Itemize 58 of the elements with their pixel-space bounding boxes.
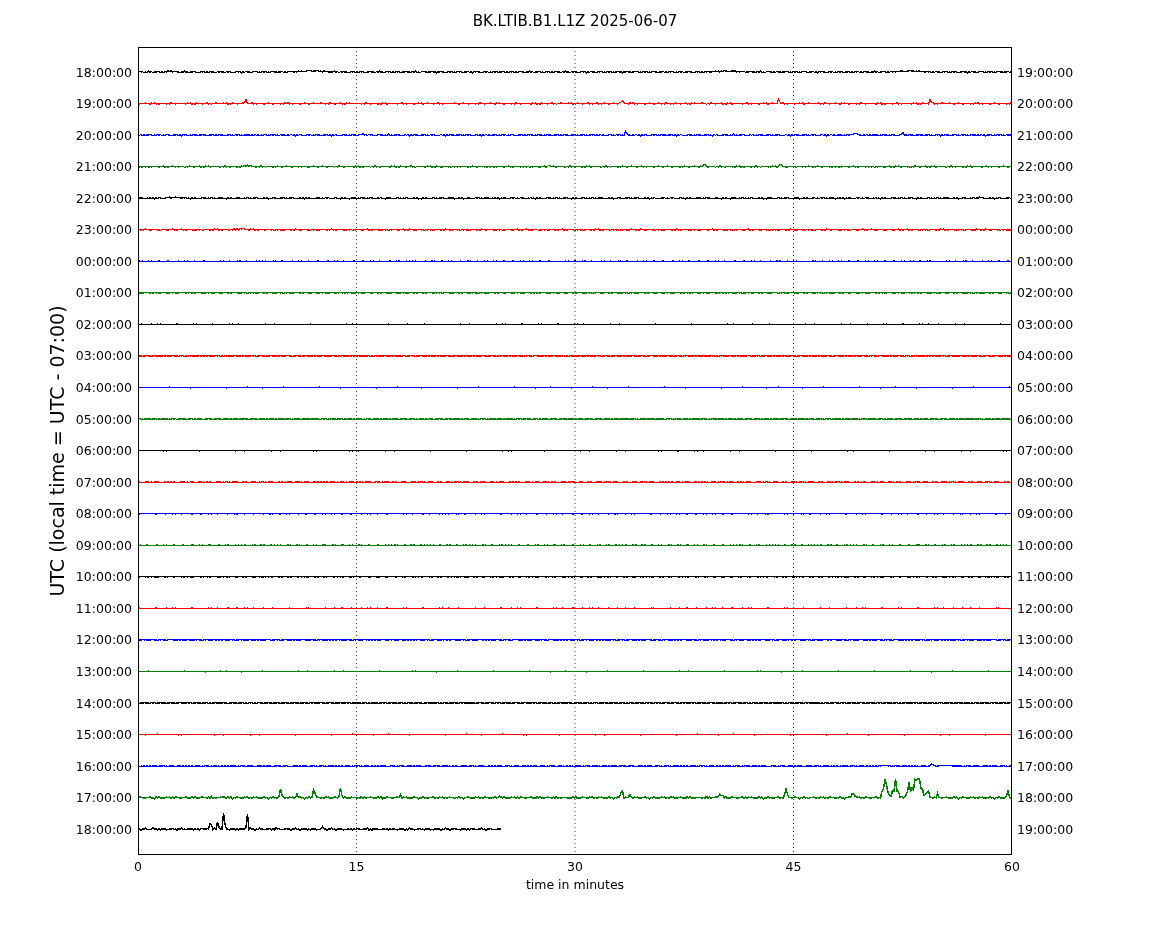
x-tick-label: 0 xyxy=(134,859,142,874)
time-label: 00:00:00 xyxy=(75,253,132,269)
time-label: 23:00:00 xyxy=(1017,190,1074,206)
time-label: 15:00:00 xyxy=(75,727,132,743)
time-label: 01:00:00 xyxy=(75,285,132,301)
x-tick-label: 45 xyxy=(785,859,802,874)
time-label: 14:00:00 xyxy=(1017,663,1074,679)
time-label: 13:00:00 xyxy=(1017,632,1074,648)
time-label: 21:00:00 xyxy=(75,159,132,175)
time-label: 13:00:00 xyxy=(75,663,132,679)
time-label: 17:00:00 xyxy=(1017,758,1074,774)
time-label: 10:00:00 xyxy=(1017,537,1074,553)
time-label: 08:00:00 xyxy=(1017,474,1074,490)
time-label: 10:00:00 xyxy=(75,569,132,585)
time-label: 12:00:00 xyxy=(75,632,132,648)
time-label: 02:00:00 xyxy=(75,316,132,332)
x-tick-label: 30 xyxy=(567,859,583,874)
time-label: 11:00:00 xyxy=(75,600,132,616)
time-label: 20:00:00 xyxy=(1017,96,1074,112)
chart-title: BK.LTIB.B1.L1Z 2025-06-07 xyxy=(472,12,678,30)
time-label: 09:00:00 xyxy=(1017,506,1074,522)
time-label: 06:00:00 xyxy=(1017,411,1074,427)
time-label: 18:00:00 xyxy=(75,64,132,80)
time-label: 11:00:00 xyxy=(1017,569,1074,585)
time-label: 20:00:00 xyxy=(75,127,132,143)
time-label: 03:00:00 xyxy=(1017,316,1074,332)
time-label: 04:00:00 xyxy=(1017,348,1074,364)
time-label: 08:00:00 xyxy=(75,506,132,522)
time-label: 03:00:00 xyxy=(75,348,132,364)
time-label: 18:00:00 xyxy=(1017,790,1074,806)
time-label: 07:00:00 xyxy=(1017,443,1074,459)
time-label: 14:00:00 xyxy=(75,695,132,711)
time-label: 19:00:00 xyxy=(1017,821,1074,837)
time-label: 04:00:00 xyxy=(75,380,132,395)
time-label: 05:00:00 xyxy=(75,411,132,427)
time-label: 17:00:00 xyxy=(75,790,132,806)
time-label: 09:00:00 xyxy=(75,537,132,553)
time-label: 01:00:00 xyxy=(1017,253,1074,269)
time-label: 22:00:00 xyxy=(1017,159,1074,175)
time-label: 16:00:00 xyxy=(1017,727,1074,743)
x-tick-label: 15 xyxy=(348,859,365,874)
time-label: 18:00:00 xyxy=(75,821,132,837)
x-axis-label: time in minutes xyxy=(525,877,625,892)
time-label: 12:00:00 xyxy=(1017,600,1074,616)
time-label: 06:00:00 xyxy=(75,443,132,459)
time-label: 23:00:00 xyxy=(75,222,132,238)
time-label: 21:00:00 xyxy=(1017,127,1074,143)
time-label: 07:00:00 xyxy=(75,474,132,490)
time-label: 22:00:00 xyxy=(75,190,132,206)
time-label: 00:00:00 xyxy=(1017,222,1074,238)
time-label: 19:00:00 xyxy=(75,96,132,112)
time-label: 02:00:00 xyxy=(1017,285,1074,301)
time-label: 16:00:00 xyxy=(75,758,132,774)
time-label: 05:00:00 xyxy=(1017,380,1074,395)
x-tick-label: 60 xyxy=(1004,859,1020,874)
time-label: 15:00:00 xyxy=(1017,695,1074,711)
y-axis-label: UTC (local time = UTC - 07:00) xyxy=(46,305,68,597)
time-label: 19:00:00 xyxy=(1017,64,1074,80)
